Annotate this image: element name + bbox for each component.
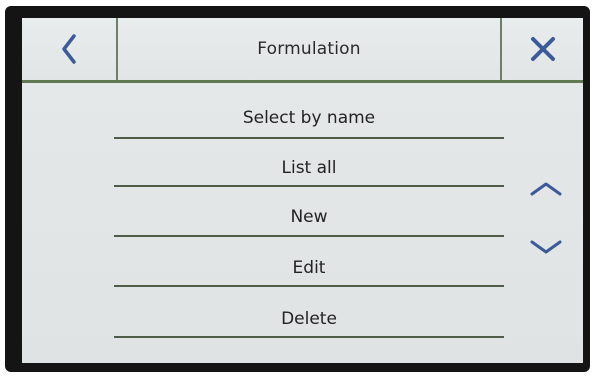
close-icon <box>530 37 555 61</box>
device-frame: Formulation Select by name List all New … <box>0 0 594 379</box>
back-button[interactable] <box>22 18 116 80</box>
header-underline <box>22 80 583 83</box>
menu-item-select-by-name[interactable]: Select by name <box>114 96 504 140</box>
chevron-left-icon <box>62 34 76 64</box>
header-bar: Formulation <box>22 18 583 83</box>
scroll-up-button[interactable] <box>522 171 570 207</box>
chevron-down-icon <box>530 240 562 254</box>
scroll-down-button[interactable] <box>522 229 570 265</box>
menu-divider <box>114 235 504 237</box>
menu-item-delete[interactable]: Delete <box>114 297 504 341</box>
touch-screen: Formulation Select by name List all New … <box>22 18 583 363</box>
chevron-up-icon <box>530 182 562 196</box>
menu-divider <box>114 185 504 187</box>
close-button[interactable] <box>502 18 583 80</box>
menu-divider <box>114 285 504 287</box>
menu-item-new[interactable]: New <box>114 195 504 239</box>
menu-divider <box>114 336 504 338</box>
menu-item-edit[interactable]: Edit <box>114 246 504 290</box>
page-title: Formulation <box>257 39 361 59</box>
menu-item-list-all[interactable]: List all <box>114 146 504 190</box>
menu-divider <box>114 137 504 139</box>
